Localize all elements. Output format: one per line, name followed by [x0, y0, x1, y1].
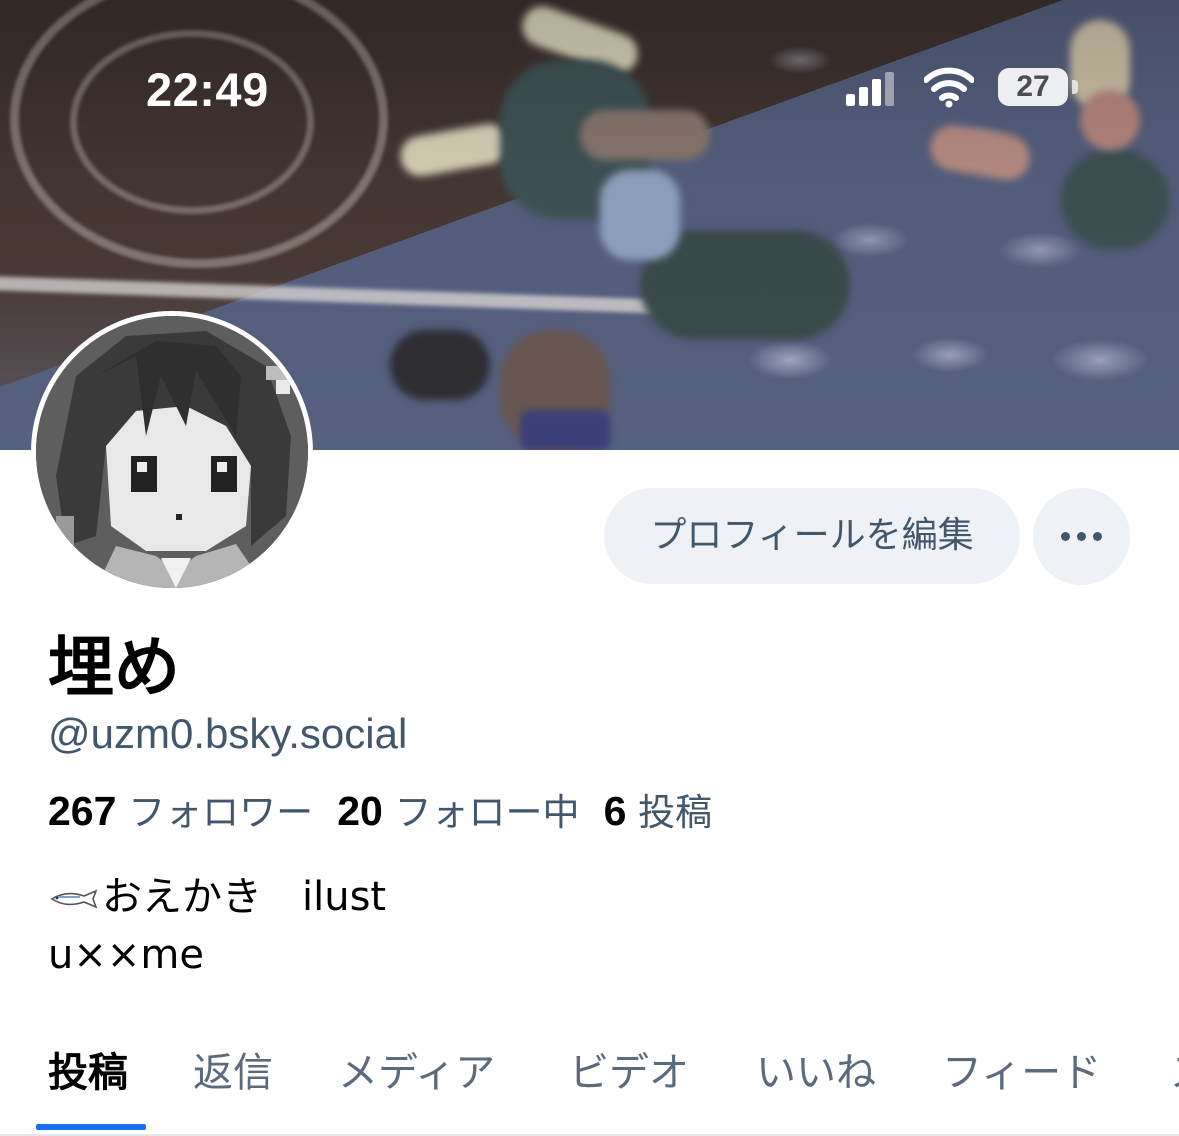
posts-stat: 6 投稿	[603, 788, 713, 834]
avatar[interactable]	[31, 311, 313, 593]
battery-cap	[1072, 80, 1078, 94]
tab-feeds[interactable]: フィード	[942, 1040, 1101, 1110]
profile-tabs: 投稿 返信 メディア ビデオ いいね フィード ス	[0, 1030, 1179, 1136]
bio-line-1: おえかき ilust	[48, 868, 386, 926]
avatar-image	[36, 316, 308, 588]
profile-handle[interactable]: @uzm0.bsky.social	[48, 710, 407, 758]
display-name: 埋め	[48, 629, 180, 706]
tab-videos[interactable]: ビデオ	[569, 1040, 689, 1110]
tab-starter-packs[interactable]: ス	[1170, 1040, 1179, 1110]
bio-line-2: u××me	[48, 932, 204, 978]
bio-line-1-text: おえかき ilust	[102, 874, 387, 920]
cellular-signal-icon	[846, 70, 894, 106]
posts-label: 投稿	[638, 791, 713, 834]
wifi-icon	[924, 67, 974, 108]
tab-posts[interactable]: 投稿	[48, 1040, 128, 1110]
following-count: 20	[337, 788, 383, 834]
tab-media[interactable]: メディア	[338, 1040, 495, 1110]
profile-stats: 267 フォロワー 20 フォロー中 6 投稿	[48, 782, 712, 836]
followers-stat[interactable]: 267 フォロワー	[48, 788, 314, 834]
status-time: 22:49	[146, 63, 269, 116]
posts-count: 6	[603, 788, 627, 834]
following-label: フォロー中	[394, 791, 580, 834]
tab-likes[interactable]: いいね	[756, 1040, 876, 1110]
battery-icon: 27	[998, 68, 1068, 106]
avatar-illustration	[36, 316, 308, 588]
following-stat[interactable]: 20 フォロー中	[337, 788, 580, 834]
profile-bio: おえかき ilust u××me	[48, 868, 386, 984]
edit-profile-button[interactable]: プロフィールを編集	[604, 488, 1020, 584]
followers-count: 267	[48, 788, 117, 834]
fish-icon	[50, 889, 98, 909]
tab-replies[interactable]: 返信	[193, 1040, 273, 1110]
active-tab-indicator	[36, 1124, 146, 1130]
more-options-button[interactable]	[1033, 488, 1130, 585]
followers-label: フォロワー	[128, 791, 314, 834]
